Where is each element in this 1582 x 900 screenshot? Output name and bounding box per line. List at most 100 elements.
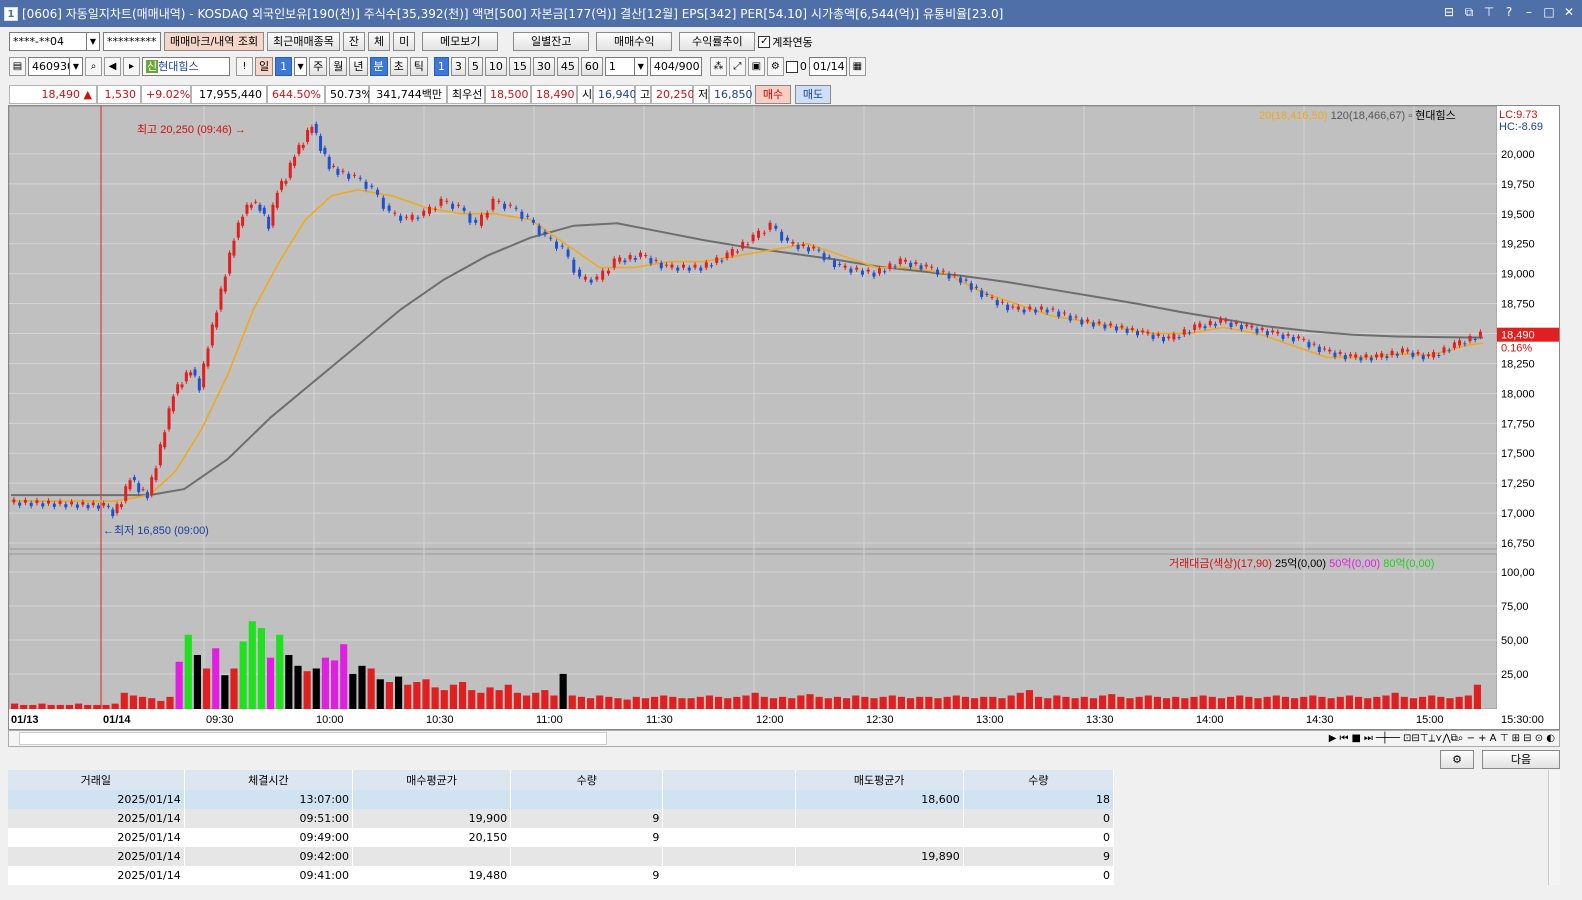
col-header-6[interactable]: 수량 <box>963 770 1115 790</box>
daily-balance-button[interactable]: 일별잔고 <box>513 32 590 51</box>
password-input[interactable]: ********* <box>103 32 161 51</box>
trade-mark-button[interactable]: 매매마크/내역 조회 <box>164 32 265 51</box>
sell-button[interactable]: 매도 <box>795 85 831 104</box>
memo-button[interactable]: 메모보기 <box>422 32 499 51</box>
forward-icon[interactable]: ⏭ <box>1364 731 1373 746</box>
chart-scrollbar[interactable]: ▶ ⏮ ■ ⏭ ─┼── ⊡⊟⊤⟂⋎⋀⧉⌕ − + A ⊤ ⊞ ⊟ ⊙ ◐ <box>8 730 1560 747</box>
table-row[interactable]: 2025/01/14 09:41:00 19,480 9 0 <box>8 866 1115 885</box>
account-input[interactable]: ****-**04 <box>9 32 87 51</box>
candle-body <box>947 273 951 279</box>
chart-area[interactable]: 20,00019,75019,50019,25019,00018,75018,5… <box>8 105 1560 730</box>
table-row[interactable]: 2025/01/14 13:07:00 18,600 18 <box>8 790 1115 809</box>
stock-name-label: 현대힘스 <box>158 60 199 73</box>
save-icon[interactable]: ▣ <box>747 57 765 76</box>
daynum-dropdown-icon[interactable]: ▼ <box>294 57 308 76</box>
table-row[interactable]: 2025/01/14 09:49:00 20,150 9 0 <box>8 828 1115 847</box>
pin-top-icon[interactable]: ⊤ <box>1482 4 1496 20</box>
recent-items-button[interactable]: 최근매매종목 <box>267 32 340 51</box>
account-dropdown-icon[interactable]: ▼ <box>87 32 100 51</box>
code-dropdown-icon[interactable]: ▼ <box>70 57 83 76</box>
candle-body <box>141 489 145 491</box>
chart-svg[interactable]: 20,00019,75019,50019,25019,00018,75018,5… <box>9 106 1559 729</box>
pin-icon[interactable]: ⊟ <box>1442 4 1456 20</box>
date-checkbox[interactable] <box>785 60 798 73</box>
maximize-icon[interactable]: □ <box>1542 4 1556 20</box>
col-header-4[interactable] <box>662 770 796 790</box>
che-button[interactable]: 체 <box>368 32 391 51</box>
candle-body <box>1182 329 1186 335</box>
interval-10[interactable]: 10 <box>484 57 507 76</box>
col-header-5[interactable]: 매도평균가 <box>795 770 964 790</box>
period-3[interactable]: 분 <box>369 57 388 76</box>
jan-button[interactable]: 잔 <box>342 32 366 51</box>
restore-icon[interactable]: ⧉ <box>1462 4 1476 20</box>
search-icon[interactable]: ⌕ <box>85 57 102 76</box>
rewind-icon[interactable]: ⏮ <box>1339 731 1348 746</box>
interval-30[interactable]: 30 <box>532 57 555 76</box>
zoom-slider-icon[interactable]: ─┼── <box>1376 731 1400 746</box>
interval-15[interactable]: 15 <box>508 57 531 76</box>
tool-icons[interactable]: ⊡⊟⊤⟂⋎⋀⧉⌕ − + A ⊤ ⊞ ⊟ ⊙ ◐ <box>1403 731 1555 746</box>
settings-icon[interactable]: ⚙ <box>766 57 784 76</box>
table-cell: 0 <box>963 809 1115 828</box>
layout-icon[interactable]: ▤ <box>9 57 26 76</box>
close-icon[interactable]: ✕ <box>1562 4 1576 20</box>
trade-profit-button[interactable]: 매매수익 <box>596 32 673 51</box>
col-header-2[interactable]: 매수평균가 <box>352 770 512 790</box>
date-input[interactable]: 01/14 <box>808 57 847 76</box>
interval-3[interactable]: 3 <box>450 57 466 76</box>
help-icon[interactable]: ? <box>1502 4 1516 20</box>
indicator-icon[interactable]: ⁂ <box>709 57 727 76</box>
alert-icon[interactable]: ! <box>236 57 253 76</box>
period-5[interactable]: 틱 <box>409 57 428 76</box>
minimize-icon[interactable]: – <box>1522 4 1536 20</box>
mi-button[interactable]: 미 <box>393 32 416 51</box>
grid-settings-icon[interactable]: ⚙ <box>1440 750 1474 769</box>
volume-bar <box>75 703 83 709</box>
account-link-checkbox[interactable]: ✓ 계좌연동 <box>758 34 813 50</box>
col-header-3[interactable]: 수량 <box>510 770 664 790</box>
next-button[interactable]: 다음 <box>1482 750 1560 769</box>
col-header-0[interactable]: 거래일 <box>8 770 185 790</box>
period-2[interactable]: 년 <box>349 57 368 76</box>
period-day[interactable]: 일 <box>255 57 274 76</box>
candle-body <box>1395 353 1399 356</box>
interval-1[interactable]: 1 <box>433 57 449 76</box>
count-input[interactable]: 404/900 <box>649 57 702 76</box>
count-total: /900 <box>674 60 700 73</box>
period-4[interactable]: 초 <box>389 57 408 76</box>
table-vscroll[interactable] <box>1548 770 1560 885</box>
candle-body <box>531 219 535 223</box>
volume-bar <box>431 687 439 709</box>
col-header-1[interactable]: 체결시간 <box>184 770 353 790</box>
table-row[interactable]: 2025/01/14 09:42:00 19,890 9 <box>8 847 1115 866</box>
interval-dropdown-icon[interactable]: ▼ <box>634 57 648 76</box>
interval-5[interactable]: 5 <box>467 57 483 76</box>
table-row[interactable]: 2025/01/14 09:51:00 19,900 9 0 <box>8 809 1115 828</box>
arrow-icon[interactable]: ▸ <box>123 57 140 76</box>
speaker-icon[interactable]: ◀ <box>104 57 121 76</box>
interval-60[interactable]: 60 <box>580 57 603 76</box>
volume-bar <box>523 695 531 709</box>
candle-body <box>566 249 570 257</box>
candle-body <box>606 270 610 274</box>
draw-icon[interactable]: ⤢ <box>728 57 746 76</box>
volume-bar <box>1108 694 1116 709</box>
period-day-num[interactable]: 1 <box>275 57 293 76</box>
period-0[interactable]: 주 <box>309 57 328 76</box>
stop-icon[interactable]: ■ <box>1351 731 1360 746</box>
buy-button[interactable]: 매수 <box>755 85 791 104</box>
period-1[interactable]: 월 <box>329 57 348 76</box>
candle-body <box>1478 331 1482 337</box>
interval-45[interactable]: 45 <box>556 57 579 76</box>
scroll-thumb[interactable] <box>19 732 607 745</box>
candle-body <box>70 501 74 505</box>
code-input[interactable]: 460930 <box>28 57 70 76</box>
candle-body <box>180 384 184 388</box>
scroll-right-icon[interactable]: ▶ <box>1329 731 1337 746</box>
calendar-icon[interactable]: ▦ <box>848 57 866 76</box>
interval-input[interactable]: 1 <box>604 57 635 76</box>
checkbox-checked-icon[interactable]: ✓ <box>758 35 771 48</box>
table-cell: 2025/01/14 <box>8 847 185 866</box>
profit-rate-button[interactable]: 수익률추이 <box>679 32 756 51</box>
